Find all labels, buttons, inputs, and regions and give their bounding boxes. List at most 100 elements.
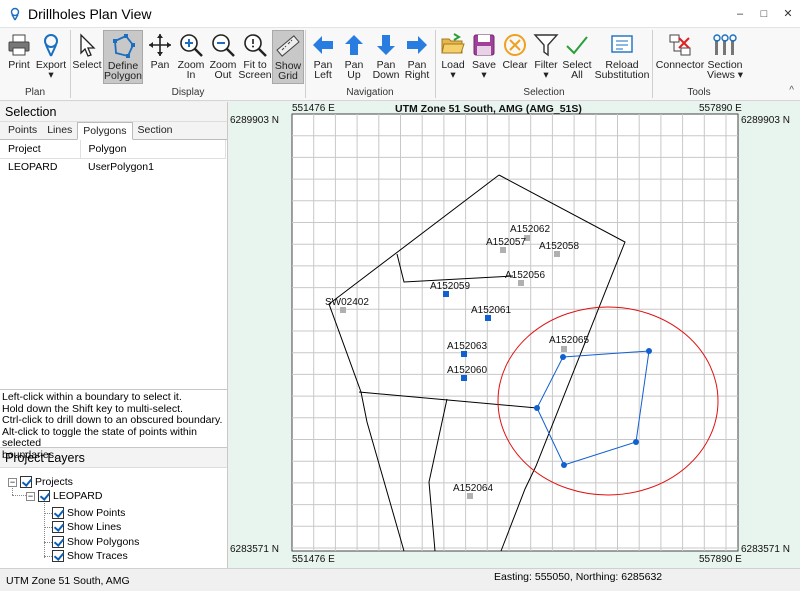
location-pin-icon <box>10 7 20 20</box>
move-arrows-icon <box>149 34 171 56</box>
connector-icon <box>669 34 691 56</box>
table-row[interactable]: LEOPARD UserPolygon1 <box>0 158 226 176</box>
tree-label: Show Polygons <box>67 536 140 548</box>
filter-button[interactable]: Filter ▾ <box>531 30 561 84</box>
northing-label-bottom-left: 6283571 N <box>230 544 279 555</box>
drillhole-label: A152062 <box>510 224 551 235</box>
group-label-plan: Plan <box>24 87 45 98</box>
ribbon-collapse-button[interactable]: ^ <box>789 85 794 96</box>
minimize-button[interactable]: – <box>728 0 752 28</box>
map-canvas[interactable] <box>229 102 800 568</box>
drillhole-marker <box>561 346 567 352</box>
export-pin-icon <box>44 34 58 57</box>
tree-label: Projects <box>35 476 73 488</box>
selection-tabs: Points Lines Polygons Section <box>0 122 227 140</box>
northing-label-top-right: 6289903 N <box>741 115 790 126</box>
pan-button[interactable]: Pan <box>145 30 175 84</box>
help-text: Left-click within a boundary to select i… <box>0 390 227 460</box>
section-views-icon <box>713 34 737 55</box>
checkbox-show-polygons[interactable] <box>52 536 64 548</box>
tree-node-show-lines[interactable]: Show Lines <box>52 520 121 534</box>
tree-node-show-traces[interactable]: Show Traces <box>52 549 128 563</box>
load-button[interactable]: Load ▾ <box>438 30 468 84</box>
fit-screen-icon <box>244 34 267 57</box>
polygon-table: Project Polygon LEOPARD UserPolygon1 <box>0 140 226 176</box>
show-grid-button[interactable]: Show Grid <box>272 30 304 84</box>
save-button[interactable]: Save ▾ <box>468 30 500 84</box>
maximize-button[interactable]: □ <box>752 0 776 28</box>
project-layers-tree: − Projects − LEOPARD Show Points Show Li… <box>0 468 227 562</box>
project-layers-header: Project Layers <box>0 448 227 468</box>
fit-to-screen-button[interactable]: Fit to Screen <box>238 30 272 84</box>
tree-label: Show Points <box>67 507 126 519</box>
help-line: Left-click within a boundary to select i… <box>2 391 182 403</box>
status-projection: UTM Zone 51 South, AMG <box>6 575 130 587</box>
window-title: Drillholes Plan View <box>28 5 152 22</box>
checkbox-show-lines[interactable] <box>52 521 64 533</box>
column-header-polygon[interactable]: Polygon <box>80 140 226 159</box>
pan-left-button[interactable]: Pan Left <box>308 30 338 84</box>
column-header-project[interactable]: Project <box>0 140 81 159</box>
ribbon-group-display: Select Define Polygon Pan Zoom In Zoom O… <box>71 28 305 101</box>
reload-substitution-button[interactable]: Reload Substitution <box>594 30 650 84</box>
tree-node-projects[interactable]: − Projects <box>8 475 73 489</box>
help-line: Ctrl-click to drill down to an obscured … <box>2 414 223 426</box>
pan-up-button[interactable]: Pan Up <box>339 30 369 84</box>
connector-button[interactable]: Connector <box>655 30 705 84</box>
drillhole-label: A152063 <box>447 341 488 352</box>
collapse-toggle-icon[interactable]: − <box>26 491 35 501</box>
checkbox-leopard[interactable] <box>38 490 50 502</box>
select-button[interactable]: Select <box>71 30 103 84</box>
arrow-right-icon <box>407 36 427 54</box>
drillhole-label: A152061 <box>471 305 512 316</box>
tree-node-leopard[interactable]: − LEOPARD <box>26 489 102 503</box>
selection-header: Selection <box>0 102 227 122</box>
tab-section[interactable]: Section <box>133 122 178 140</box>
close-button[interactable]: ✕ <box>776 0 800 28</box>
printer-icon <box>8 34 30 56</box>
define-polygon-button[interactable]: Define Polygon <box>103 30 143 84</box>
easting-label-top-right: 557890 E <box>699 103 742 114</box>
clear-button[interactable]: Clear <box>500 30 530 84</box>
tree-label: Show Traces <box>67 550 128 562</box>
group-label-selection: Selection <box>523 87 565 98</box>
checkbox-show-points[interactable] <box>52 507 64 519</box>
group-label-navigation: Navigation <box>346 87 394 98</box>
ribbon-group-plan: Print Export ▾ Plan <box>0 28 70 101</box>
export-button[interactable]: Export ▾ <box>34 30 68 84</box>
pan-right-button[interactable]: Pan Right <box>402 30 432 84</box>
tab-points[interactable]: Points <box>3 122 42 140</box>
save-disk-icon <box>473 34 495 56</box>
map-view[interactable]: UTM Zone 51 South, AMG (AMG_51S) 551476 … <box>229 102 800 568</box>
arrow-down-icon <box>377 35 395 55</box>
checkmark-icon <box>566 36 588 55</box>
clear-circle-icon <box>504 34 526 56</box>
table-cell-project: LEOPARD <box>8 161 58 174</box>
tab-polygons[interactable]: Polygons <box>77 122 133 140</box>
drillhole-label: A152065 <box>549 335 590 346</box>
collapse-toggle-icon[interactable]: − <box>8 477 17 487</box>
ribbon: Print Export ▾ Plan Select Define Polygo… <box>0 28 800 101</box>
drillhole-label: A152057 <box>486 237 527 248</box>
left-panel: Selection Points Lines Polygons Section … <box>0 102 228 568</box>
tree-node-show-points[interactable]: Show Points <box>52 506 125 520</box>
status-bar: UTM Zone 51 South, AMG Easting: 555050, … <box>0 568 800 591</box>
pan-down-button[interactable]: Pan Down <box>370 30 402 84</box>
tab-lines[interactable]: Lines <box>42 122 77 140</box>
select-all-button[interactable]: Select All <box>562 30 592 84</box>
tree-node-show-polygons[interactable]: Show Polygons <box>52 535 139 549</box>
zoom-in-button[interactable]: Zoom In <box>175 30 207 84</box>
section-views-button[interactable]: Section Views ▾ <box>707 30 743 84</box>
easting-label-bottom-right: 557890 E <box>699 554 742 565</box>
ribbon-group-selection: Load ▾ Save ▾ Clear Filter ▾ Select All … <box>436 28 652 101</box>
zoom-out-button[interactable]: Zoom Out <box>207 30 239 84</box>
drillhole-label: A152064 <box>453 483 494 494</box>
checkbox-projects[interactable] <box>20 476 32 488</box>
title-bar: Drillholes Plan View – □ ✕ <box>0 0 800 28</box>
zoom-in-icon <box>180 34 203 57</box>
checkbox-show-traces[interactable] <box>52 550 64 562</box>
print-button[interactable]: Print <box>4 30 34 84</box>
reload-document-icon <box>611 35 633 53</box>
ruler-icon <box>276 35 300 57</box>
polygon-icon <box>113 34 135 58</box>
